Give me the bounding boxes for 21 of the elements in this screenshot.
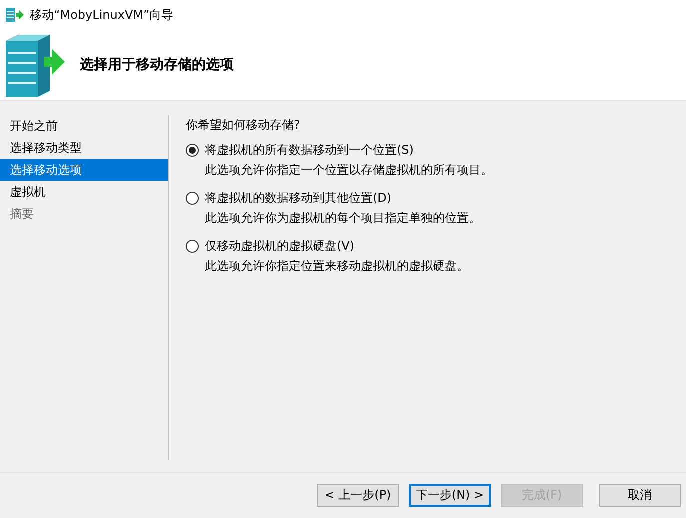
step-item[interactable]: 虚拟机 (0, 181, 168, 203)
server-arrow-icon (4, 33, 66, 97)
wizard-button[interactable]: < 上一步(P) (317, 484, 399, 507)
radio-button[interactable] (186, 240, 199, 252)
server-icon (5, 7, 25, 23)
page-heading: 选择用于移动存储的选项 (80, 56, 234, 74)
wizard-button[interactable]: 下一步(N) > (409, 484, 491, 507)
option-description: 此选项允许你指定一个位置以存储虚拟机的所有项目。 (204, 162, 493, 179)
step-item[interactable]: 选择移动选项 (0, 159, 168, 181)
step-item[interactable]: 选择移动类型 (0, 137, 168, 159)
radio-option[interactable]: 将虚拟机的所有数据移动到一个位置(S) (186, 140, 493, 160)
question-text: 你希望如何移动存储? (186, 117, 302, 134)
radio-option[interactable]: 将虚拟机的数据移动到其他位置(D) (186, 188, 493, 208)
step-item[interactable]: 开始之前 (0, 115, 168, 137)
radio-button[interactable] (186, 192, 199, 204)
wizard-button[interactable]: 取消 (599, 484, 681, 507)
option-description: 此选项允许你为虚拟机的每个项目指定单独的位置。 (204, 210, 482, 227)
radio-button[interactable] (186, 144, 199, 156)
radio-option[interactable]: 仅移动虚拟机的虚拟硬盘(V) (186, 236, 493, 256)
window-title: 移动“MobyLinuxVM”向导 (30, 6, 174, 24)
option-description: 此选项允许你指定位置来移动虚拟机的虚拟硬盘。 (204, 258, 470, 275)
